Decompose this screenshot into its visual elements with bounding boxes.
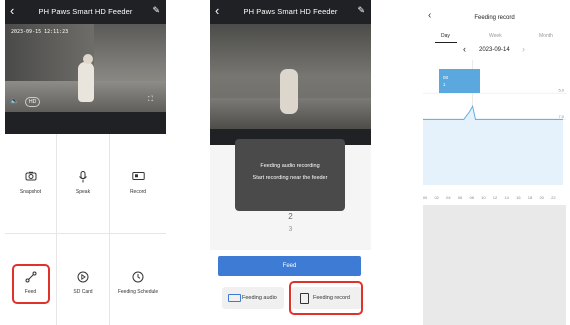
recording-dialog: Feeding audio recording Start recording …	[235, 139, 345, 211]
audio-wave-icon	[228, 294, 241, 302]
recording-dialog-subtitle: Start recording near the feeder	[252, 175, 328, 181]
feeding-record-highlight	[289, 281, 363, 315]
top-bar: ‹ Feeding record	[423, 0, 566, 28]
y-tick-label: 7.0	[558, 114, 564, 119]
fullscreen-icon[interactable]: ⛶	[148, 96, 153, 104]
top-bar: ‹ PH Paws Smart HD Feeder ✎	[5, 0, 166, 24]
feeding-schedule-label: Feeding Schedule	[117, 289, 159, 295]
feeding-audio-button[interactable]: Feeding audio	[222, 287, 284, 309]
dog-image	[280, 69, 298, 114]
speak-button[interactable]: Speak	[57, 134, 110, 234]
x-tick-label: 04	[446, 195, 451, 200]
dog-image	[78, 62, 94, 102]
feed-button[interactable]: Feed	[218, 256, 361, 276]
live-video[interactable]	[210, 24, 371, 129]
picker-value[interactable]: 2	[210, 212, 371, 221]
x-tick-label: 00	[423, 195, 428, 200]
bottom-area	[423, 205, 566, 325]
y-tick-label: 5.0	[558, 88, 564, 93]
speaker-icon[interactable]: 🔈	[10, 97, 19, 105]
edit-icon[interactable]: ✎	[152, 5, 160, 16]
snapshot-label: Snapshot	[19, 189, 42, 195]
x-tick-label: 12	[493, 195, 498, 200]
top-bar: ‹ PH Paws Smart HD Feeder ✎	[210, 0, 371, 24]
record-button[interactable]: Record	[110, 134, 166, 234]
sd-card-button[interactable]: SD Card	[57, 234, 110, 325]
series-line	[423, 104, 563, 120]
sd-card-play-icon	[57, 271, 109, 286]
video-control-bar	[5, 112, 166, 134]
x-tick-label: 06	[458, 195, 463, 200]
selected-date: 2023-09-14	[479, 47, 510, 53]
speak-label: Speak	[75, 189, 91, 195]
x-tick-label: 16	[516, 195, 521, 200]
x-tick-label: 18	[528, 195, 533, 200]
microphone-icon	[57, 171, 109, 186]
feeding-schedule-button[interactable]: Feeding Schedule	[110, 234, 166, 325]
x-tick-label: 22	[551, 195, 556, 200]
dog-head-image	[83, 54, 93, 64]
series-area	[423, 106, 563, 185]
x-tick-label: 20	[539, 195, 544, 200]
recording-dialog-title: Feeding audio recording	[260, 163, 320, 169]
device-title: PH Paws Smart HD Feeder	[38, 7, 133, 16]
event-card[interactable]: 08 1	[439, 69, 480, 93]
feed-highlight	[12, 264, 50, 304]
next-date-icon[interactable]: ›	[522, 44, 525, 54]
edit-icon[interactable]: ✎	[357, 5, 365, 16]
camera-icon	[5, 171, 56, 184]
picker-value[interactable]: 3	[210, 226, 371, 233]
record-label: Record	[129, 189, 147, 195]
feeding-audio-screen: ‹ PH Paws Smart HD Feeder ✎ Feeding audi…	[210, 0, 371, 325]
previous-date-icon[interactable]: ‹	[463, 44, 466, 54]
tab-week[interactable]: Week	[489, 33, 502, 39]
x-tick-label: 10	[481, 195, 486, 200]
clock-icon	[110, 271, 166, 286]
sd-card-label: SD Card	[73, 289, 93, 295]
device-title: PH Paws Smart HD Feeder	[243, 7, 338, 16]
x-tick-label: 08	[469, 195, 474, 200]
tab-month[interactable]: Month	[539, 33, 553, 39]
feeding-audio-label: Feeding audio	[242, 295, 277, 301]
feeding-record-screen: ‹ Feeding record Day Week Month ‹ 2023-0…	[423, 0, 566, 325]
video-timestamp: 2023-09-15 12:11:23	[11, 29, 69, 35]
x-tick-label: 14	[504, 195, 509, 200]
event-card-time: 08	[443, 75, 449, 80]
video-record-icon	[110, 171, 166, 184]
event-card-count: 1	[443, 82, 446, 87]
snapshot-button[interactable]: Snapshot	[5, 134, 57, 234]
tab-day[interactable]: Day	[441, 33, 450, 39]
page-title: Feeding record	[474, 15, 515, 21]
active-tab-indicator	[435, 42, 457, 43]
hd-toggle[interactable]: HD	[25, 97, 41, 107]
feeder-main-screen: ‹ PH Paws Smart HD Feeder ✎ 2023-09-15 1…	[5, 0, 166, 325]
x-tick-label: 02	[434, 195, 439, 200]
